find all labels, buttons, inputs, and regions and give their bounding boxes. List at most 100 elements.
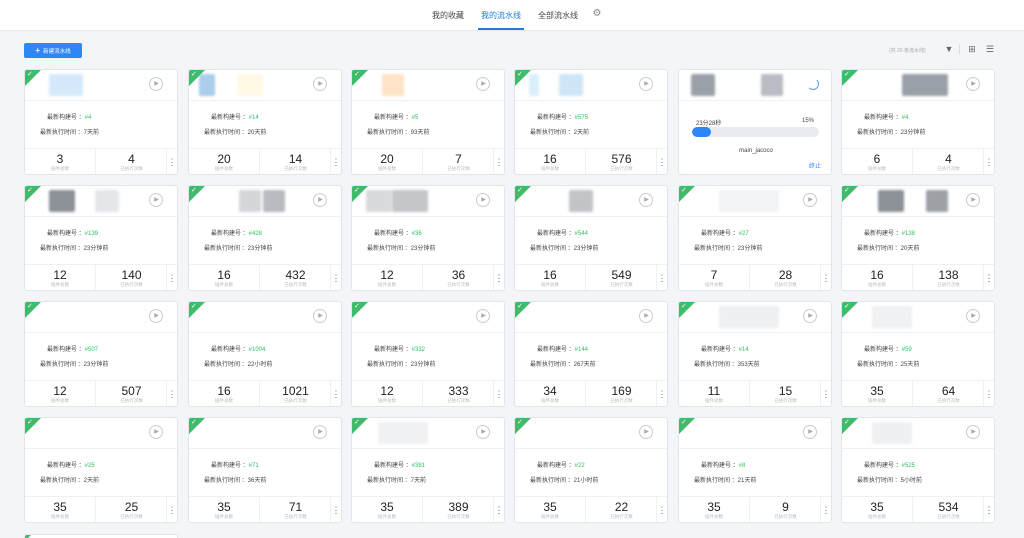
more-options-icon[interactable]: ⋮ <box>330 265 341 290</box>
pipeline-card[interactable]: ✓ ▶ 最新构建号 ：#507 最新执行时间 ：23分钟前 12 插件总数 507 已执行次数… <box>24 301 178 407</box>
pipeline-card[interactable]: ✓ ▶ 最新构建号 ：#332 最新执行时间 ：23分钟前 12 插件总数 333 已执行次数… <box>351 301 505 407</box>
play-icon[interactable]: ▶ <box>476 193 490 207</box>
play-icon[interactable]: ▶ <box>966 309 980 323</box>
play-icon[interactable]: ▶ <box>313 309 327 323</box>
new-pipeline-button[interactable]: + 新建流水线 <box>24 43 82 58</box>
play-icon[interactable]: ▶ <box>149 193 163 207</box>
execution-count-stat: 576 已执行次数 <box>586 149 657 174</box>
execution-count: 1021 <box>282 384 309 398</box>
tab-my-pipelines[interactable]: 我的流水线 <box>481 10 521 21</box>
pipeline-card[interactable]: ✓ ▶ 最新构建号 ：#575 最新执行时间 ：2天前 16 插件总数 576 已执行次数 ⋮ <box>514 69 668 175</box>
play-icon[interactable]: ▶ <box>476 425 490 439</box>
more-options-icon[interactable]: ⋮ <box>820 265 831 290</box>
build-number-label: 最新构建号 ： <box>537 347 575 353</box>
filter-icon[interactable]: ▼ <box>944 44 954 54</box>
play-icon[interactable]: ▶ <box>639 425 653 439</box>
plugin-count-label: 插件总数 <box>705 514 723 519</box>
pipeline-card[interactable]: ✓ ▶ 最新构建号 ：#14 最新执行时间 ：353天前 11 插件总数 15 已执行次数 ⋮ <box>678 301 832 407</box>
build-number-label: 最新构建号 ： <box>701 231 739 237</box>
pipeline-card[interactable]: ✓ ▶ 最新构建号 ：#138 最新执行时间 ：20天前 16 插件总数 138 已执行次数 ⋮ <box>841 185 995 291</box>
play-icon[interactable]: ▶ <box>803 193 817 207</box>
more-options-icon[interactable]: ⋮ <box>983 149 994 174</box>
build-number-line: 最新构建号 ：#428 <box>211 228 262 237</box>
pipeline-card-partial[interactable] <box>24 534 178 538</box>
pipeline-card[interactable]: ✓ ▶ 最新构建号 ：#8 最新执行时间 ：21天前 35 插件总数 9 已执行次数 ⋮ <box>678 417 832 523</box>
tab-favorites[interactable]: 我的收藏 <box>432 10 464 21</box>
more-options-icon[interactable]: ⋮ <box>983 381 994 406</box>
pipeline-card[interactable]: ✓ ▶ 最新构建号 ：#139 最新执行时间 ：23分钟前 12 插件总数 140 已执行次数… <box>24 185 178 291</box>
play-icon[interactable]: ▶ <box>476 77 490 91</box>
more-options-icon[interactable]: ⋮ <box>166 149 177 174</box>
pipeline-card[interactable]: ✓ ▶ 最新构建号 ：#36 最新执行时间 ：23分钟前 12 插件总数 36 已执行次数 ⋮ <box>351 185 505 291</box>
more-options-icon[interactable]: ⋮ <box>493 149 504 174</box>
execution-count-stat: 64 已执行次数 <box>913 381 984 406</box>
pipeline-card[interactable]: ✓ ▶ 最新构建号 ：#22 最新执行时间 ：21小时前 35 插件总数 22 已执行次数 ⋮ <box>514 417 668 523</box>
pipeline-card[interactable]: ✓ ▶ 最新构建号 ：#381 最新执行时间 ：7天前 35 插件总数 389 已执行次数 ⋮ <box>351 417 505 523</box>
pipeline-card[interactable]: ✓ ▶ 最新构建号 ：#4 最新执行时间 ：23分钟前 6 插件总数 4 已执行次数 ⋮ <box>841 69 995 175</box>
checkmark-icon: ✓ <box>27 419 33 426</box>
more-options-icon[interactable]: ⋮ <box>166 497 177 522</box>
play-icon[interactable]: ▶ <box>639 193 653 207</box>
build-number-label: 最新构建号 ： <box>537 115 575 121</box>
plugin-count-stat: 35 插件总数 <box>352 497 422 522</box>
play-icon[interactable]: ▶ <box>313 193 327 207</box>
pipeline-card[interactable]: ✓ ▶ 最新构建号 ：#144 最新执行时间 ：267天前 34 插件总数 169 已执行次数… <box>514 301 668 407</box>
stop-link[interactable]: 终止 <box>809 161 821 170</box>
build-number-line: 最新构建号 ：#575 <box>537 112 588 121</box>
play-icon[interactable]: ▶ <box>149 425 163 439</box>
more-options-icon[interactable]: ⋮ <box>166 265 177 290</box>
more-options-icon[interactable]: ⋮ <box>820 497 831 522</box>
more-options-icon[interactable]: ⋮ <box>493 497 504 522</box>
execution-count-label: 已执行次数 <box>447 514 470 519</box>
play-icon[interactable]: ▶ <box>313 77 327 91</box>
execution-count: 28 <box>778 268 793 282</box>
gear-icon[interactable]: ⚙ <box>591 8 603 20</box>
pipeline-card[interactable]: 23分28秒 15% main_jacoco 终止 <box>678 69 832 175</box>
play-icon[interactable]: ▶ <box>803 309 817 323</box>
play-icon[interactable]: ▶ <box>149 309 163 323</box>
play-icon[interactable]: ▶ <box>639 309 653 323</box>
more-options-icon[interactable]: ⋮ <box>330 381 341 406</box>
play-icon[interactable]: ▶ <box>476 309 490 323</box>
more-options-icon[interactable]: ⋮ <box>820 381 831 406</box>
exec-time-label: 最新执行时间 ： <box>204 478 248 484</box>
pipeline-card[interactable]: ✓ ▶ 最新构建号 ：#5 最新执行时间 ：93天前 20 插件总数 7 已执行次数 ⋮ <box>351 69 505 175</box>
more-options-icon[interactable]: ⋮ <box>330 497 341 522</box>
play-icon[interactable]: ▶ <box>966 425 980 439</box>
build-number-label: 最新构建号 ： <box>374 115 412 121</box>
grid-view-icon[interactable]: ⊞ <box>967 44 977 54</box>
pipeline-card[interactable]: ✓ ▶ 最新构建号 ：#428 最新执行时间 ：23分钟前 16 插件总数 432 已执行次数… <box>188 185 342 291</box>
execution-count-label: 已执行次数 <box>447 282 470 287</box>
pipeline-card[interactable]: ✓ ▶ 最新构建号 ：#544 最新执行时间 ：23分钟前 16 插件总数 549 已执行次数… <box>514 185 668 291</box>
pipeline-card[interactable]: ✓ ▶ 最新构建号 ：#4 最新执行时间 ：7天前 3 插件总数 4 已执行次数 ⋮ <box>24 69 178 175</box>
more-options-icon[interactable]: ⋮ <box>656 497 667 522</box>
execution-count-stat: 432 已执行次数 <box>260 265 331 290</box>
more-options-icon[interactable]: ⋮ <box>493 381 504 406</box>
more-options-icon[interactable]: ⋮ <box>983 497 994 522</box>
pipeline-card[interactable]: ✓ ▶ 最新构建号 ：#525 最新执行时间 ：5小时前 35 插件总数 534 已执行次数 ⋮ <box>841 417 995 523</box>
more-options-icon[interactable]: ⋮ <box>330 149 341 174</box>
play-icon[interactable]: ▶ <box>639 77 653 91</box>
execution-count-label: 已执行次数 <box>120 166 143 171</box>
pipeline-card[interactable]: ✓ ▶ 最新构建号 ：#14 最新执行时间 ：20天前 20 插件总数 14 已执行次数 ⋮ <box>188 69 342 175</box>
list-view-icon[interactable]: ☰ <box>985 44 995 54</box>
pipeline-card[interactable]: ✓ ▶ 最新构建号 ：#59 最新执行时间 ：25天前 35 插件总数 64 已执行次数 ⋮ <box>841 301 995 407</box>
plugin-count: 12 <box>53 384 67 398</box>
more-options-icon[interactable]: ⋮ <box>166 381 177 406</box>
pipeline-card[interactable]: ✓ ▶ 最新构建号 ：#27 最新执行时间 ：23分钟前 7 插件总数 28 已执行次数 ⋮ <box>678 185 832 291</box>
more-options-icon[interactable]: ⋮ <box>656 149 667 174</box>
pipeline-card[interactable]: ✓ ▶ 最新构建号 ：#71 最新执行时间 ：36天前 35 插件总数 71 已执行次数 ⋮ <box>188 417 342 523</box>
play-icon[interactable]: ▶ <box>149 77 163 91</box>
play-icon[interactable]: ▶ <box>966 77 980 91</box>
play-icon[interactable]: ▶ <box>966 193 980 207</box>
more-options-icon[interactable]: ⋮ <box>493 265 504 290</box>
more-options-icon[interactable]: ⋮ <box>656 381 667 406</box>
pipeline-card[interactable]: ✓ ▶ 最新构建号 ：#25 最新执行时间 ：2天前 35 插件总数 25 已执行次数 ⋮ <box>24 417 178 523</box>
more-options-icon[interactable]: ⋮ <box>656 265 667 290</box>
play-icon[interactable]: ▶ <box>803 425 817 439</box>
more-options-icon[interactable]: ⋮ <box>983 265 994 290</box>
pipeline-card[interactable]: ✓ ▶ 最新构建号 ：#1004 最新执行时间 ：22小时前 16 插件总数 1021 已执行… <box>188 301 342 407</box>
tab-all-pipelines[interactable]: 全部流水线 <box>538 10 578 21</box>
play-icon[interactable]: ▶ <box>313 425 327 439</box>
checkmark-icon: ✓ <box>844 71 850 78</box>
